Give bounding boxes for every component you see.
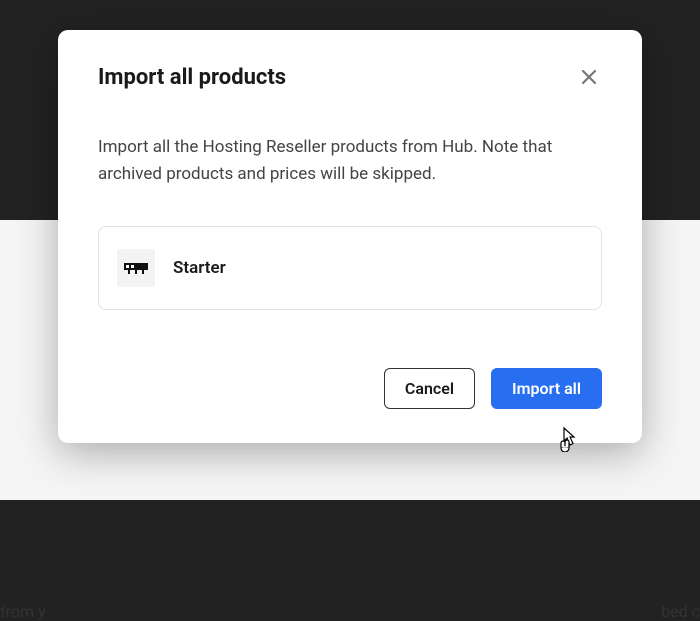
modal-title: Import all products	[98, 65, 286, 90]
product-card: Starter	[98, 226, 602, 310]
bg-text-fragment-left: from y	[0, 602, 46, 621]
bg-text-fragment-right: bed c	[661, 602, 700, 621]
import-products-modal: Import all products Import all the Hosti…	[58, 30, 642, 443]
close-button[interactable]	[576, 64, 602, 90]
hosting-icon	[123, 260, 149, 276]
close-icon	[580, 68, 598, 86]
product-label: Starter	[173, 258, 226, 278]
product-icon-wrap	[117, 249, 155, 287]
modal-description: Import all the Hosting Reseller products…	[98, 134, 602, 188]
modal-footer: Cancel Import all	[98, 368, 602, 409]
import-all-button[interactable]: Import all	[491, 368, 602, 409]
modal-header: Import all products	[98, 64, 602, 90]
cancel-button[interactable]: Cancel	[384, 368, 475, 409]
